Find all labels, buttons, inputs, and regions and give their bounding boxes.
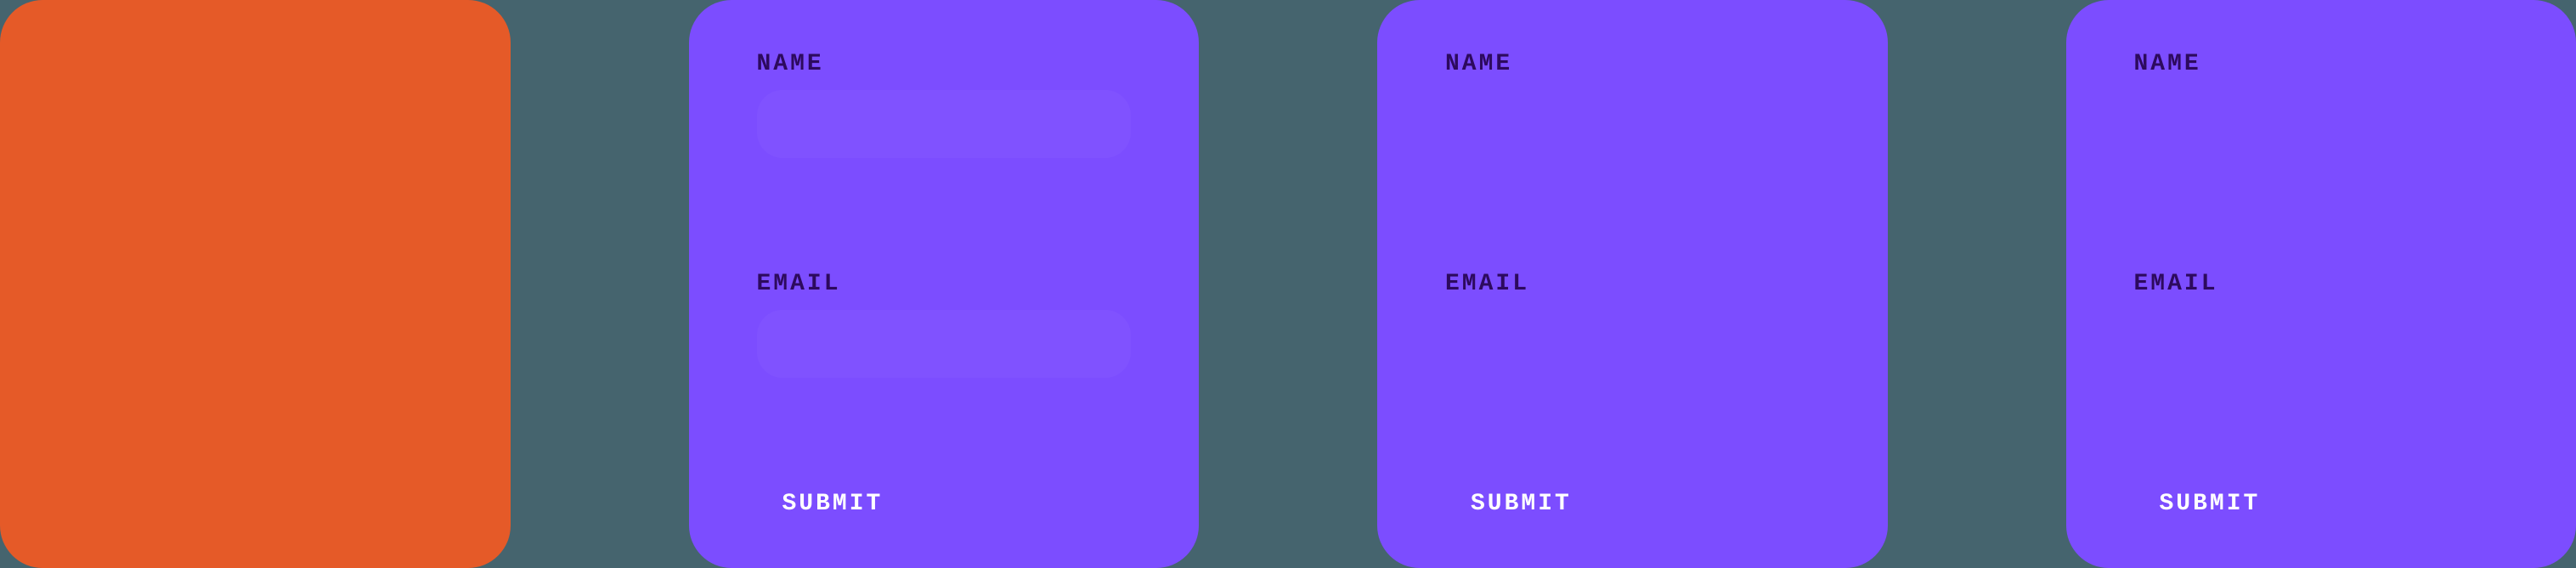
name-label: NAME xyxy=(2134,51,2509,77)
form-card-3: NAME EMAIL SUBMIT xyxy=(2066,0,2576,568)
card-blank xyxy=(0,0,511,568)
email-label: EMAIL xyxy=(2134,271,2509,297)
submit-row: SUBMIT xyxy=(1445,491,1820,517)
email-label: EMAIL xyxy=(757,271,1132,297)
form-card-1: NAME EMAIL SUBMIT xyxy=(689,0,1200,568)
name-input[interactable] xyxy=(757,90,1132,158)
name-field-group: NAME xyxy=(757,51,1132,158)
email-label: EMAIL xyxy=(1445,271,1820,297)
name-input[interactable] xyxy=(2134,90,2509,158)
submit-row: SUBMIT xyxy=(2134,491,2509,517)
email-field-group: EMAIL xyxy=(1445,271,1820,378)
email-input[interactable] xyxy=(2134,310,2509,378)
submit-row: SUBMIT xyxy=(757,491,1132,517)
name-label: NAME xyxy=(1445,51,1820,77)
name-input[interactable] xyxy=(1445,90,1820,158)
name-field-group: NAME xyxy=(1445,51,1820,158)
email-input[interactable] xyxy=(757,310,1132,378)
submit-button[interactable]: SUBMIT xyxy=(1471,491,1572,517)
form-card-2: NAME EMAIL SUBMIT xyxy=(1377,0,1888,568)
name-field-group: NAME xyxy=(2134,51,2509,158)
email-input[interactable] xyxy=(1445,310,1820,378)
email-field-group: EMAIL xyxy=(757,271,1132,378)
name-label: NAME xyxy=(757,51,1132,77)
email-field-group: EMAIL xyxy=(2134,271,2509,378)
submit-button[interactable]: SUBMIT xyxy=(2160,491,2261,517)
submit-button[interactable]: SUBMIT xyxy=(782,491,884,517)
